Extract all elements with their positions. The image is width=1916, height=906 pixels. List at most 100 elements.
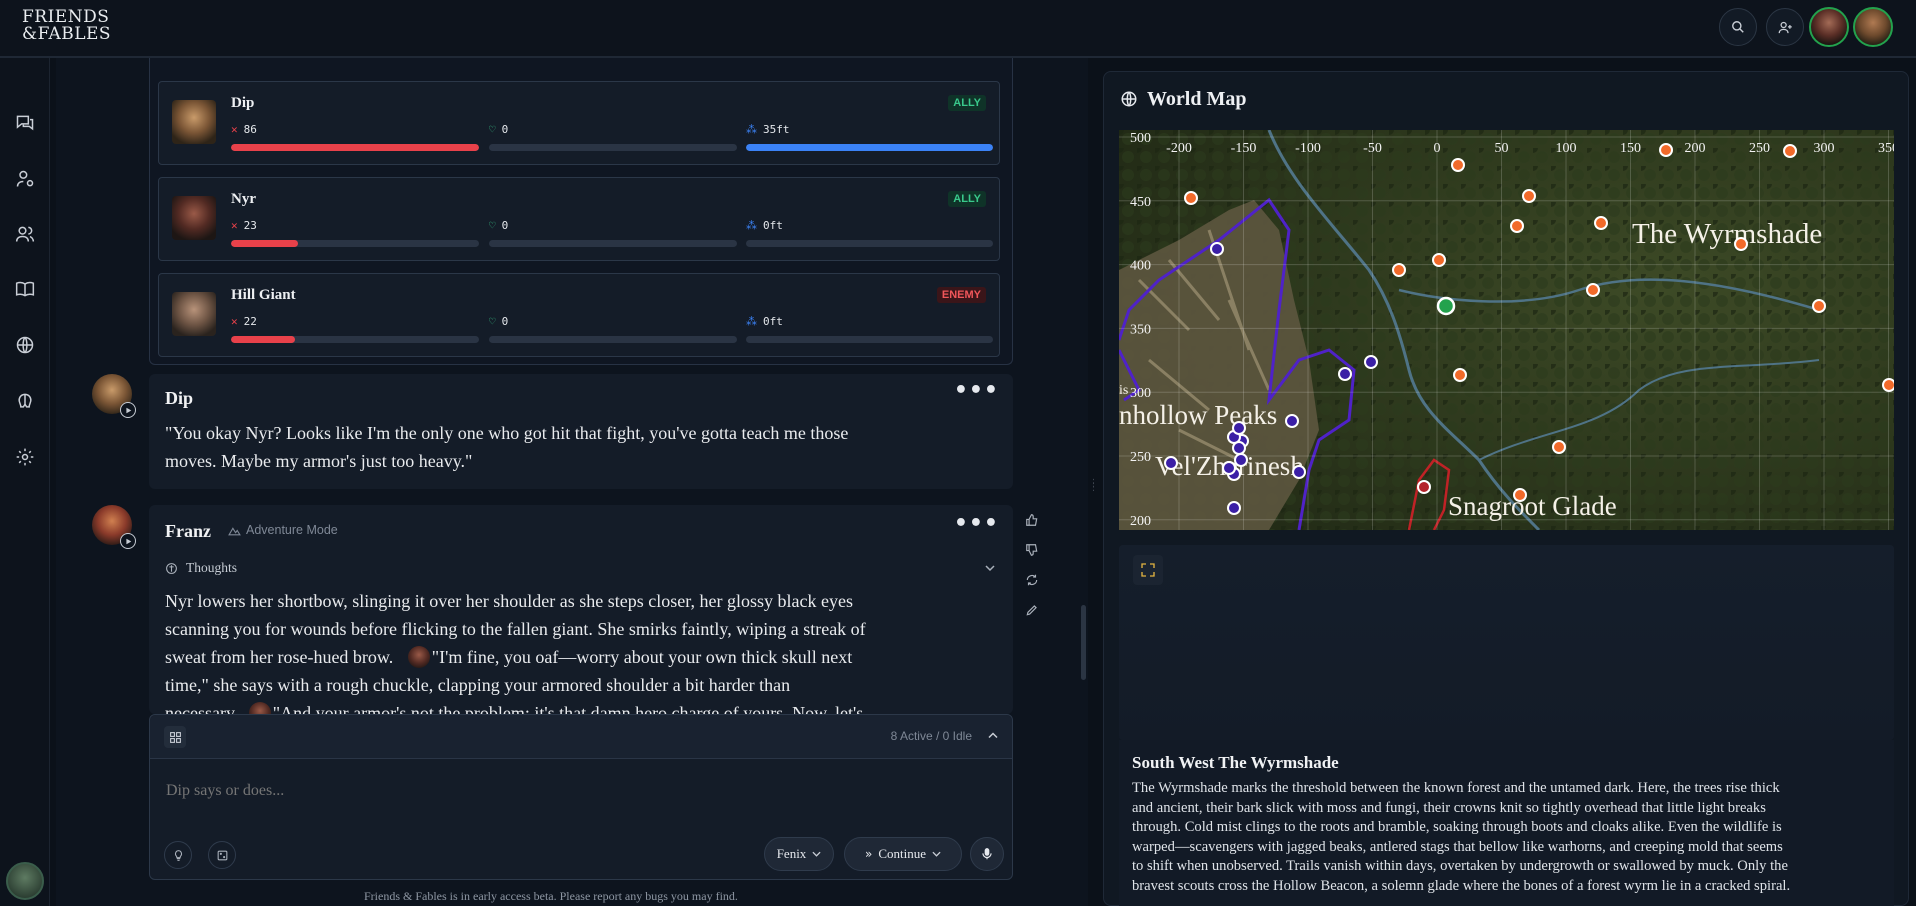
location-pin — [1522, 189, 1536, 203]
add-user-button[interactable] — [1766, 8, 1804, 46]
more-options-icon[interactable]: ••• — [954, 380, 999, 402]
model-label: Fenix — [776, 846, 807, 861]
sidebar-item-party[interactable] — [12, 221, 38, 247]
play-voice-button[interactable] — [120, 402, 136, 418]
message-bubble: Dip ••• "You okay Nyr? Looks like I'm th… — [149, 374, 1013, 489]
y-tick-label: 500 — [1130, 131, 1151, 146]
sidebar-item-settings[interactable] — [12, 444, 38, 470]
thumbs-down-button[interactable] — [1024, 542, 1040, 558]
heart-icon: ♡ — [489, 123, 496, 136]
armor-stat: ♡ 0 — [489, 123, 508, 136]
grid-icon — [169, 731, 181, 743]
expand-map-button[interactable] — [1133, 555, 1163, 585]
x-tick-label: -200 — [1166, 141, 1192, 156]
party-grid-button[interactable] — [164, 726, 186, 748]
thumbs-up-button[interactable] — [1024, 512, 1040, 528]
message-input[interactable] — [166, 777, 986, 805]
enemy-badge: ENEMY — [936, 287, 986, 303]
sidebar-item-book[interactable] — [12, 276, 38, 302]
armor-bar — [489, 240, 737, 247]
combatant-name: Nyr — [231, 191, 256, 207]
lightbulb-icon — [174, 849, 182, 861]
left-sidebar — [0, 58, 50, 906]
location-pin — [1453, 368, 1467, 382]
crossed-swords-icon: ✕ — [231, 219, 238, 232]
top-bar: FRIENDS &FABLES — [0, 0, 1916, 58]
play-voice-button[interactable] — [120, 533, 136, 549]
location-pin — [1594, 216, 1608, 230]
description-line: to shift when unobserved. Trails vanish … — [1132, 858, 1788, 874]
mode-text: Adventure Mode — [246, 523, 338, 537]
message-author: Franz — [165, 521, 211, 541]
chevron-down-icon[interactable] — [985, 564, 995, 572]
user-avatar[interactable] — [6, 862, 44, 900]
sidebar-item-world[interactable] — [12, 332, 38, 358]
character-pin — [1227, 501, 1241, 515]
armor-stat: ♡ 0 — [489, 315, 508, 328]
party-status: 8 Active / 0 Idle — [890, 729, 972, 743]
play-icon — [125, 407, 131, 413]
double-chevron-icon: » — [864, 847, 873, 861]
location-pin — [1184, 191, 1198, 205]
search-button[interactable] — [1719, 8, 1757, 46]
region-label: nhollow Peaks — [1119, 400, 1277, 430]
message-span: sweat from her rose-hued brow. — [165, 647, 394, 667]
app-logo[interactable]: FRIENDS &FABLES — [22, 9, 111, 43]
move-value: 0ft — [763, 315, 783, 328]
region-label: Snagroot Glade — [1448, 491, 1617, 521]
crossed-swords-icon: ✕ — [231, 123, 238, 136]
location-description: The Wyrmshade marks the threshold betwee… — [1132, 779, 1880, 896]
combatant-portrait — [172, 292, 216, 336]
hint-button[interactable] — [164, 841, 192, 869]
footprints-icon: ⁂ — [746, 219, 757, 232]
description-line: and ancient, their bark slick with moss … — [1132, 799, 1766, 816]
enemy-pin — [1417, 480, 1431, 494]
refresh-icon — [1026, 574, 1038, 586]
regenerate-button[interactable] — [1024, 572, 1040, 588]
party-avatar[interactable] — [1809, 7, 1849, 47]
combatant-card[interactable]: Dip ALLY ✕ 86 ♡ 0 ⁂ 35ft — [158, 81, 1000, 165]
x-tick-label: 250 — [1749, 141, 1770, 156]
expand-icon — [1141, 563, 1155, 577]
dice-button[interactable] — [208, 841, 236, 869]
combatant-card[interactable]: Hill Giant ENEMY ✕ 22 ♡ 0 ⁂ 0ft — [158, 273, 1000, 357]
combatant-name: Hill Giant — [231, 287, 296, 303]
hp-bar — [231, 240, 479, 247]
message-line: sweat from her rose-hued brow. "I'm fine… — [165, 643, 1005, 671]
chat-scrollbar[interactable] — [1081, 605, 1086, 680]
location-pin — [1510, 219, 1524, 233]
armor-stat: ♡ 0 — [489, 219, 508, 232]
combatant-card[interactable]: Nyr ALLY ✕ 23 ♡ 0 ⁂ 0ft — [158, 177, 1000, 261]
globe-icon — [16, 336, 34, 354]
world-map[interactable]: -200 -150 -100 -50 0 50 100 150 200 250 300 350 500 4… — [1119, 130, 1894, 530]
message-text: "You okay Nyr? Looks like I'm the only o… — [165, 419, 848, 475]
chevron-down-icon — [932, 851, 941, 857]
brain-icon — [18, 393, 32, 408]
sidebar-item-memory[interactable] — [12, 388, 38, 414]
edit-button[interactable] — [1024, 602, 1040, 618]
microphone-button[interactable] — [970, 837, 1004, 871]
book-icon — [15, 281, 35, 297]
chevron-up-icon[interactable] — [988, 732, 998, 739]
continue-button[interactable]: » Continue — [844, 837, 962, 871]
message-author: Dip — [165, 388, 194, 408]
party-avatar[interactable] — [1853, 7, 1893, 47]
armor-value: 0 — [501, 123, 509, 136]
more-options-icon[interactable]: ••• — [954, 513, 999, 535]
move-bar — [746, 240, 993, 247]
location-pin — [1783, 144, 1797, 158]
sidebar-item-character[interactable] — [12, 166, 38, 192]
sidebar-item-chat[interactable] — [12, 110, 38, 136]
combat-tracker: Dip ALLY ✕ 86 ♡ 0 ⁂ 35ft Nyr ALLY ✕ 23 ♡ 0 ⁂ 0… — [149, 58, 1013, 365]
x-tick-label: -50 — [1363, 141, 1382, 156]
world-map-canvas[interactable]: -200 -150 -100 -50 0 50 100 150 200 250 300 350 500 4… — [1119, 130, 1894, 530]
move-bar — [746, 144, 993, 151]
pencil-icon — [1026, 605, 1037, 616]
mode-label: Adventure Mode — [228, 523, 338, 537]
model-select[interactable]: Fenix — [764, 837, 834, 871]
combatant-portrait — [172, 100, 216, 144]
thoughts-toggle[interactable]: Thoughts — [165, 560, 237, 576]
location-pin — [1451, 158, 1465, 172]
x-tick-label: -150 — [1231, 141, 1257, 156]
location-pin — [1882, 378, 1894, 392]
